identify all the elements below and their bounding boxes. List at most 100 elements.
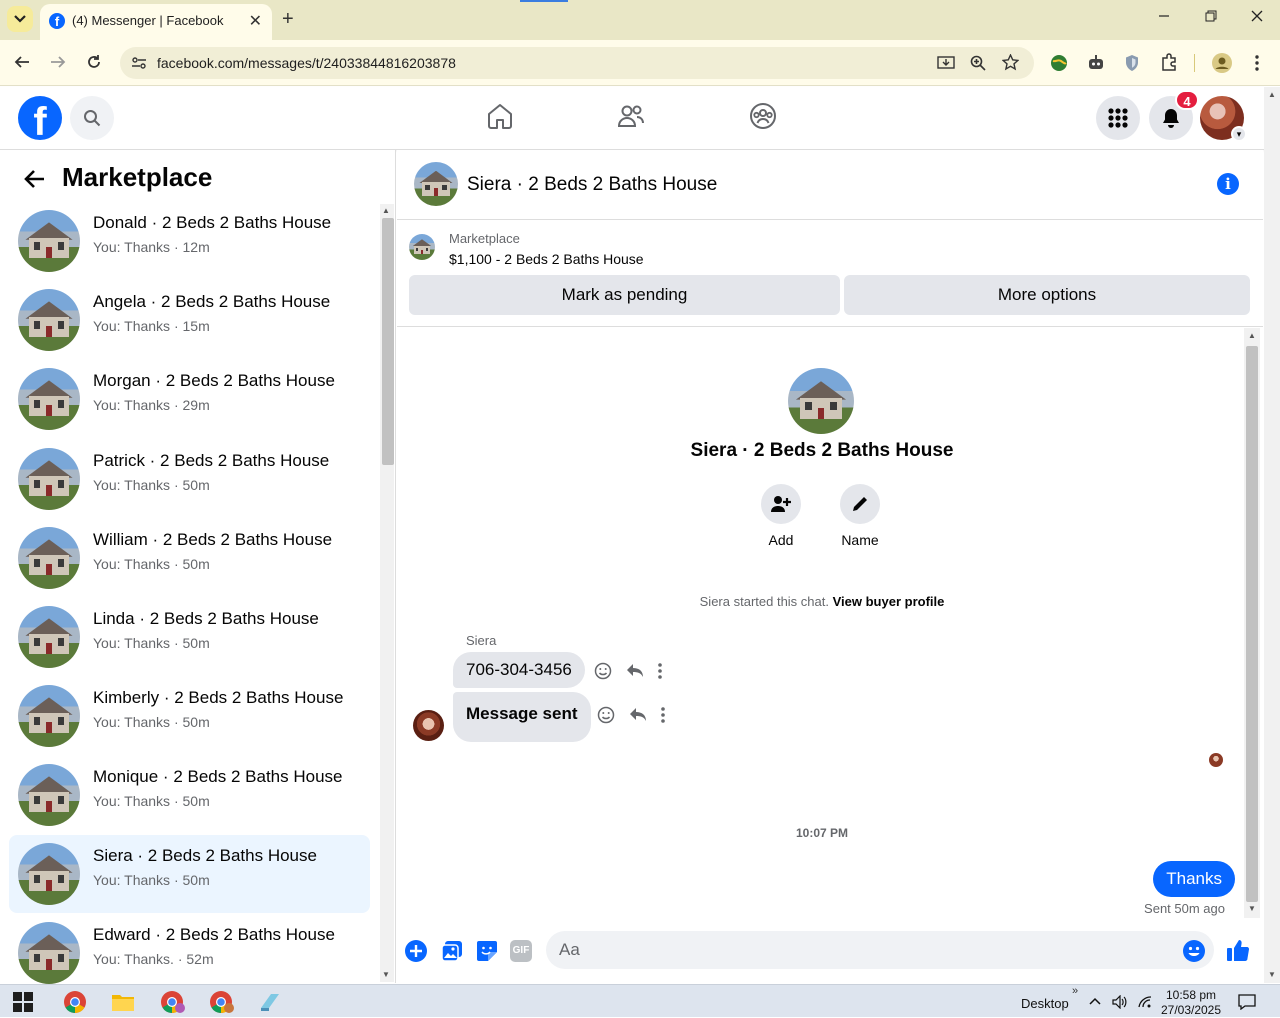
outgoing-message-bubble[interactable]: Thanks [1153,861,1235,897]
react-emoji-icon[interactable] [597,706,615,724]
message-thread: Siera · 2 Beds 2 Baths House Add Name Si… [397,328,1263,918]
facebook-logo-icon[interactable]: f [18,96,62,140]
forward-arrow-icon[interactable] [50,54,66,70]
chrome-profile-taskbar-icon[interactable] [160,990,185,1014]
add-people-action[interactable]: Add [746,484,816,548]
conversation-item[interactable]: Morgan · 2 Beds 2 Baths House You: Thank… [9,360,370,438]
minimize-window-icon[interactable] [1158,10,1170,22]
menu-button[interactable] [1096,96,1140,140]
more-options-icon[interactable] [658,663,662,679]
scroll-down-arrow-icon[interactable]: ▼ [1268,970,1276,979]
reply-icon[interactable] [626,663,644,679]
reload-icon[interactable] [86,54,102,70]
browser-profile-icon[interactable] [1212,53,1232,73]
info-icon[interactable]: i [1217,173,1239,195]
browser-menu-icon[interactable] [1254,54,1260,72]
conversation-preview: You: Thanks · 12m [93,239,210,255]
toolbar-divider [1194,54,1195,72]
scroll-up-arrow-icon[interactable]: ▲ [1248,331,1256,340]
listing-thumbnail[interactable] [409,234,435,260]
message-input[interactable] [546,931,1214,969]
conversation-item[interactable]: Kimberly · 2 Beds 2 Baths House You: Tha… [9,677,370,755]
tab-search-dropdown[interactable] [7,6,33,32]
conversation-name: Morgan · 2 Beds 2 Baths House [93,371,335,390]
thumbs-up-icon[interactable] [1226,938,1250,962]
conversation-item[interactable]: Patrick · 2 Beds 2 Baths House You: Than… [9,440,370,518]
new-tab-button[interactable]: + [282,8,294,31]
close-window-icon[interactable] [1251,10,1263,22]
more-options-button[interactable]: More options [844,275,1250,315]
zoom-icon[interactable] [970,55,986,71]
chat-title[interactable]: Siera · 2 Beds 2 Baths House [467,174,717,196]
notification-center-icon[interactable] [1238,994,1256,1010]
conversation-item-active[interactable]: Siera · 2 Beds 2 Baths House You: Thanks… [9,835,370,913]
view-buyer-profile-link[interactable]: View buyer profile [833,594,945,609]
gif-button[interactable]: GIF [510,940,532,962]
scroll-up-arrow-icon[interactable]: ▲ [382,206,390,215]
sticker-icon[interactable] [476,940,498,962]
chrome-taskbar-icon[interactable] [63,990,87,1014]
photo-attach-icon[interactable] [441,940,463,962]
incoming-message-bubble[interactable]: 706-304-3456 [453,652,585,688]
close-tab-icon[interactable]: ✕ [249,11,262,31]
sidebar-scrollbar-thumb[interactable] [382,218,394,465]
desktop-label[interactable]: Desktop [1021,996,1069,1011]
thread-scrollbar-thumb[interactable] [1246,346,1258,902]
back-arrow-icon[interactable] [22,166,48,192]
site-settings-icon[interactable] [131,55,147,71]
facebook-search-button[interactable] [70,96,114,140]
extension-globe-icon[interactable] [1050,54,1068,72]
bookmark-star-icon[interactable] [1002,54,1019,71]
reply-icon[interactable] [629,707,647,723]
extensions-puzzle-icon[interactable] [1160,53,1178,71]
incoming-message-bubble[interactable]: Message sent [453,692,591,742]
groups-nav-icon[interactable] [749,102,777,130]
chat-avatar[interactable] [414,162,458,206]
scroll-up-arrow-icon[interactable]: ▲ [1268,90,1276,99]
taskbar-overflow-icon[interactable]: » [1072,985,1078,997]
restore-window-icon[interactable] [1205,10,1217,22]
conversation-item[interactable]: Angela · 2 Beds 2 Baths House You: Thank… [9,281,370,359]
friends-nav-icon[interactable] [617,102,645,130]
windows-taskbar: Desktop » 10:58 pm 27/03/2025 [0,984,1280,1017]
install-app-icon[interactable] [937,55,955,71]
name-chat-action[interactable]: Name [825,484,895,548]
conversation-item[interactable]: William · 2 Beds 2 Baths House You: Than… [9,519,370,597]
scroll-down-arrow-icon[interactable]: ▼ [1248,904,1256,913]
clock-time: 10:58 pm [1165,988,1217,1002]
chat-intro-avatar [788,368,854,434]
taskbar-clock[interactable]: 10:58 pm 27/03/2025 [1156,988,1226,1018]
extension-robot-icon[interactable] [1087,54,1105,72]
scroll-down-arrow-icon[interactable]: ▼ [382,970,390,979]
conversation-item[interactable]: Monique · 2 Beds 2 Baths House You: Than… [9,756,370,834]
react-emoji-icon[interactable] [594,662,612,680]
extension-shield-icon[interactable] [1124,54,1140,72]
volume-icon[interactable] [1112,995,1128,1009]
plus-circle-icon[interactable] [405,940,427,962]
tray-expand-chevron-icon[interactable] [1089,997,1101,1005]
sender-avatar[interactable] [413,710,444,741]
address-bar[interactable]: facebook.com/messages/t/2403384481620387… [120,47,1034,79]
conversation-item[interactable]: Edward · 2 Beds 2 Baths House You: Thank… [9,914,370,992]
browser-tab-active[interactable]: f (4) Messenger | Facebook ✕ [40,4,272,40]
emoji-icon[interactable] [1183,940,1205,962]
wifi-icon[interactable] [1137,995,1153,1009]
conversation-name: Linda · 2 Beds 2 Baths House [93,609,319,628]
chrome-active-taskbar-icon[interactable] [209,990,234,1014]
more-options-icon[interactable] [661,707,665,723]
conversation-preview: You: Thanks · 50m [93,872,210,888]
conversation-preview: You: Thanks · 50m [93,635,210,651]
back-arrow-icon[interactable] [14,54,30,70]
conversation-item[interactable]: Donald · 2 Beds 2 Baths House You: Thank… [9,202,370,280]
mark-as-pending-button[interactable]: Mark as pending [409,275,840,315]
conversation-preview: You: Thanks · 50m [93,714,210,730]
listing-description[interactable]: $1,100 - 2 Beds 2 Baths House [449,251,644,267]
windows-start-icon[interactable] [13,992,33,1012]
page-scrollbar-track[interactable] [1264,87,1280,983]
snipping-tool-icon[interactable] [258,990,282,1014]
account-chevron-icon[interactable]: ▾ [1231,126,1247,142]
browser-tab-bar: f (4) Messenger | Facebook ✕ + [0,0,1280,40]
conversation-item[interactable]: Linda · 2 Beds 2 Baths House You: Thanks… [9,598,370,676]
home-nav-icon[interactable] [486,102,514,130]
file-explorer-icon[interactable] [111,990,135,1014]
